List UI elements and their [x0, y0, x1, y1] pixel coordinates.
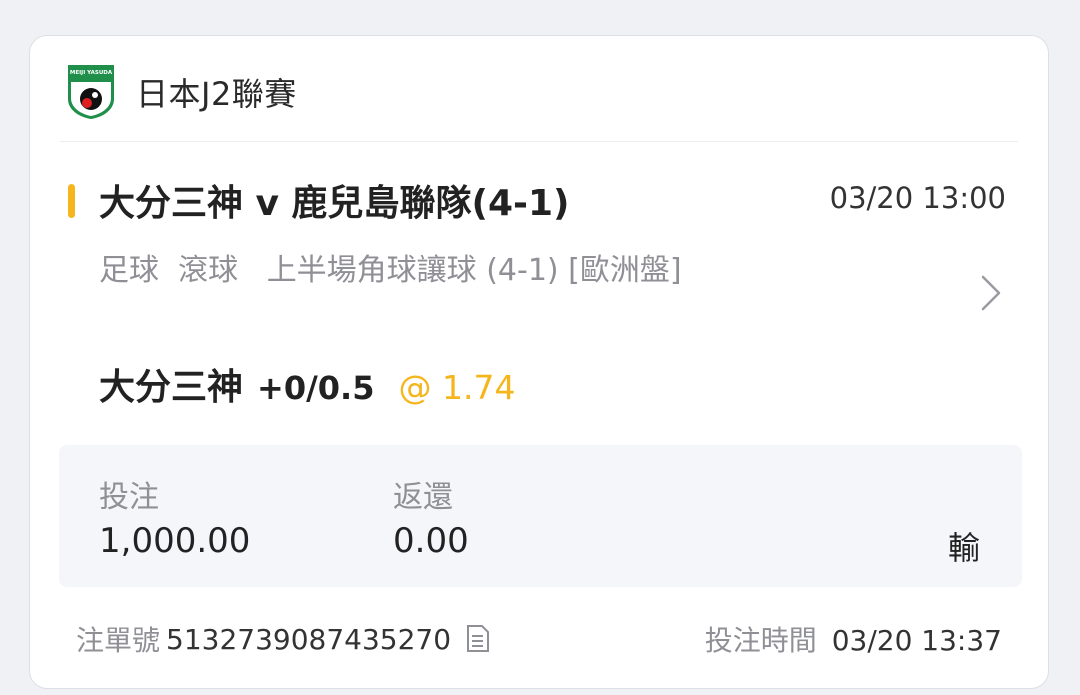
market-description: 足球 滾球 上半場角球讓球 (4-1) [歐洲盤]	[99, 246, 739, 295]
match-accent-bar	[68, 184, 75, 218]
bet-record-card: MEIJI YASUDA 日本J2聯賽 大分三神 v 鹿兒島聯隊(4-1) 03…	[29, 35, 1049, 689]
ticket-number-label: 注單號	[76, 624, 161, 657]
market-sport: 足球	[99, 253, 159, 288]
bet-time-value: 03/20 13:37	[831, 624, 1002, 657]
copy-icon[interactable]	[465, 624, 491, 654]
stake-summary: 投注 1,000.00 返還 0.00 輸	[59, 445, 1022, 587]
bet-time-label: 投注時間	[704, 624, 817, 657]
logo-text: MEIJI YASUDA	[70, 70, 113, 76]
league-name: 日本J2聯賽	[136, 75, 297, 113]
return-label: 返還	[393, 480, 453, 515]
market-type: 上半場角球讓球 (4-1) [歐洲盤]	[266, 253, 682, 288]
match-title: 大分三神 v 鹿兒島聯隊(4-1)	[99, 183, 570, 224]
chevron-right-icon[interactable]	[978, 273, 1004, 313]
league-header: MEIJI YASUDA 日本J2聯賽	[68, 62, 297, 122]
bet-result: 輸	[947, 529, 980, 567]
market-mode: 滾球	[178, 253, 239, 288]
bet-amount-value: 1,000.00	[99, 521, 251, 561]
bet-selection: 大分三神 +0/0.5 @ 1.74	[99, 358, 515, 410]
selection-odds: @ 1.74	[398, 368, 516, 407]
return-value: 0.00	[393, 521, 469, 561]
j-league-logo-icon: MEIJI YASUDA	[68, 65, 114, 119]
selection-line: +0/0.5	[257, 369, 375, 407]
ticket-number-row: 注單號 5132739087435270	[76, 619, 491, 659]
bet-amount-label: 投注	[99, 480, 159, 515]
selection-team: 大分三神	[99, 367, 244, 408]
ticket-number-value: 5132739087435270	[166, 622, 452, 656]
bet-time-row: 投注時間 03/20 13:37	[705, 619, 1002, 659]
match-datetime: 03/20 13:00	[829, 181, 1006, 215]
divider	[60, 141, 1018, 142]
